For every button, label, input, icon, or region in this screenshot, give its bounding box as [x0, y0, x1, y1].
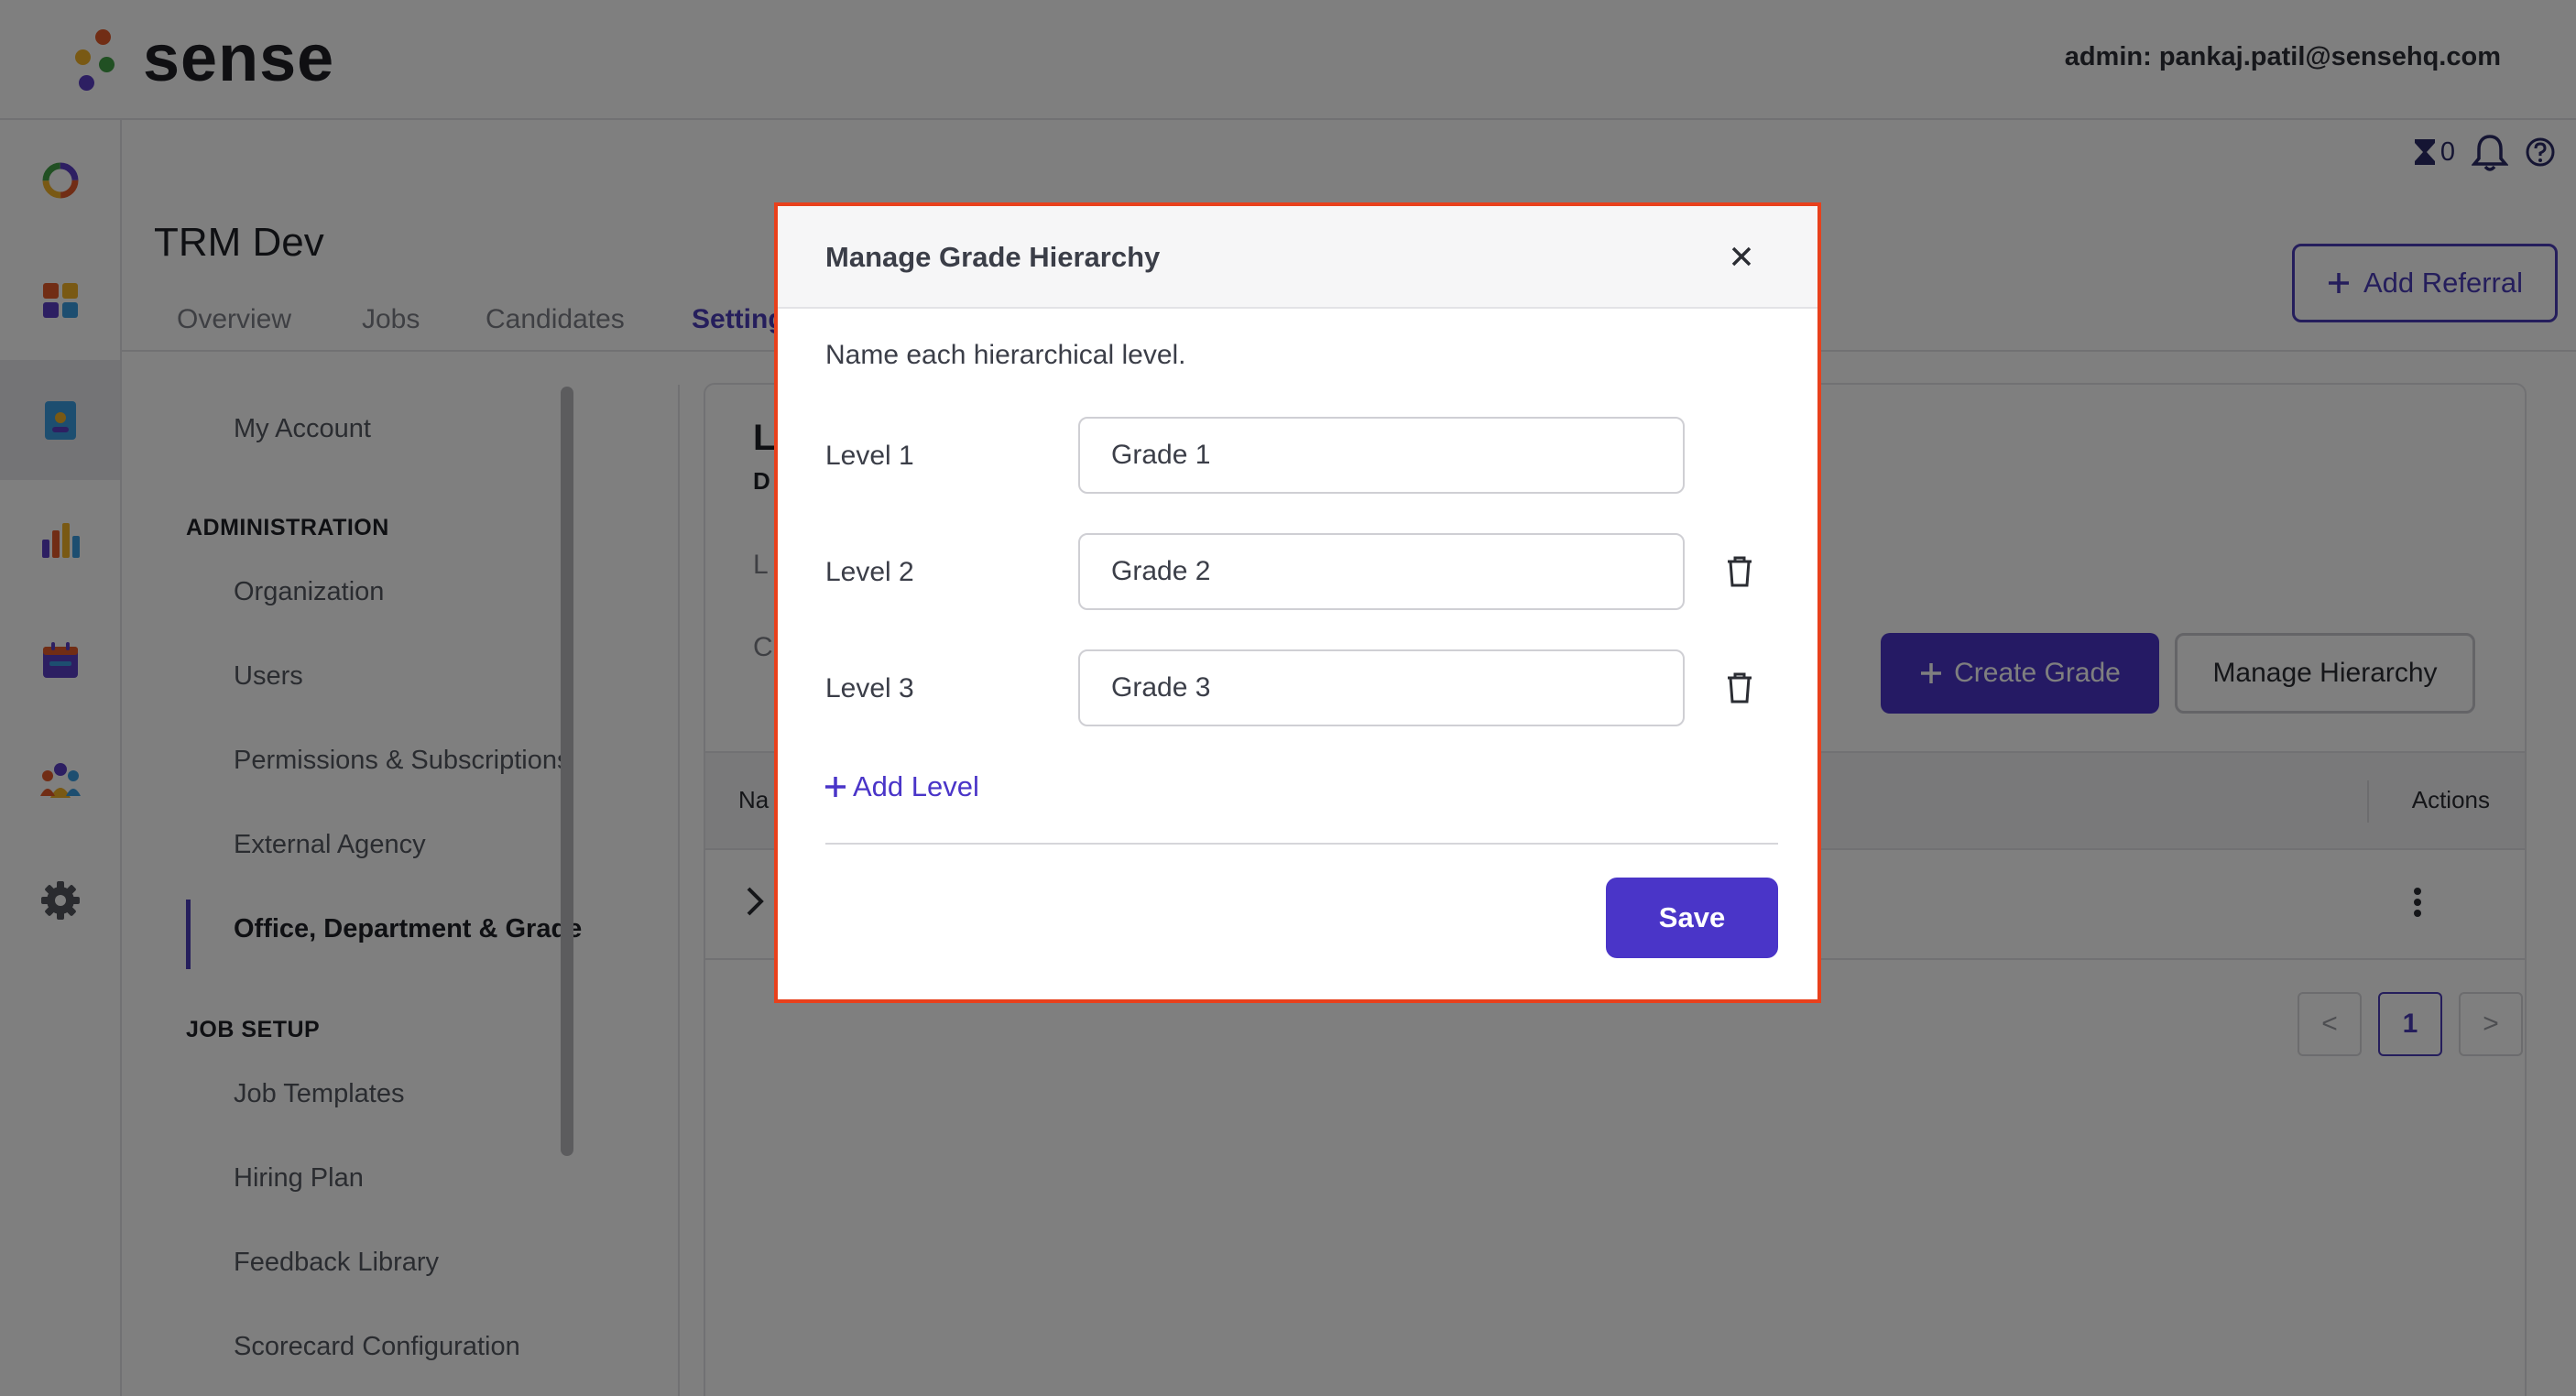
dialog-header: Manage Grade Hierarchy — [778, 206, 1817, 309]
manage-grade-hierarchy-dialog: Manage Grade Hierarchy Name each hierarc… — [774, 202, 1821, 1003]
level-1-input[interactable] — [1078, 417, 1685, 494]
dialog-description: Name each hierarchical level. — [825, 340, 1186, 370]
add-level-label: Add Level — [853, 770, 979, 802]
level-2-input[interactable] — [1078, 533, 1685, 610]
delete-level-2-trash-icon[interactable] — [1721, 551, 1758, 592]
close-icon[interactable] — [1728, 243, 1755, 270]
dialog-title: Manage Grade Hierarchy — [825, 241, 1161, 273]
delete-level-3-trash-icon[interactable] — [1721, 668, 1758, 708]
save-button[interactable]: Save — [1606, 878, 1778, 958]
plus-icon — [825, 777, 846, 797]
level-2-label: Level 2 — [825, 557, 914, 587]
add-level-button[interactable]: Add Level — [824, 770, 979, 803]
level-3-input[interactable] — [1078, 649, 1685, 726]
level-3-label: Level 3 — [825, 673, 914, 703]
dialog-divider — [825, 843, 1778, 845]
level-1-label: Level 1 — [825, 441, 914, 471]
